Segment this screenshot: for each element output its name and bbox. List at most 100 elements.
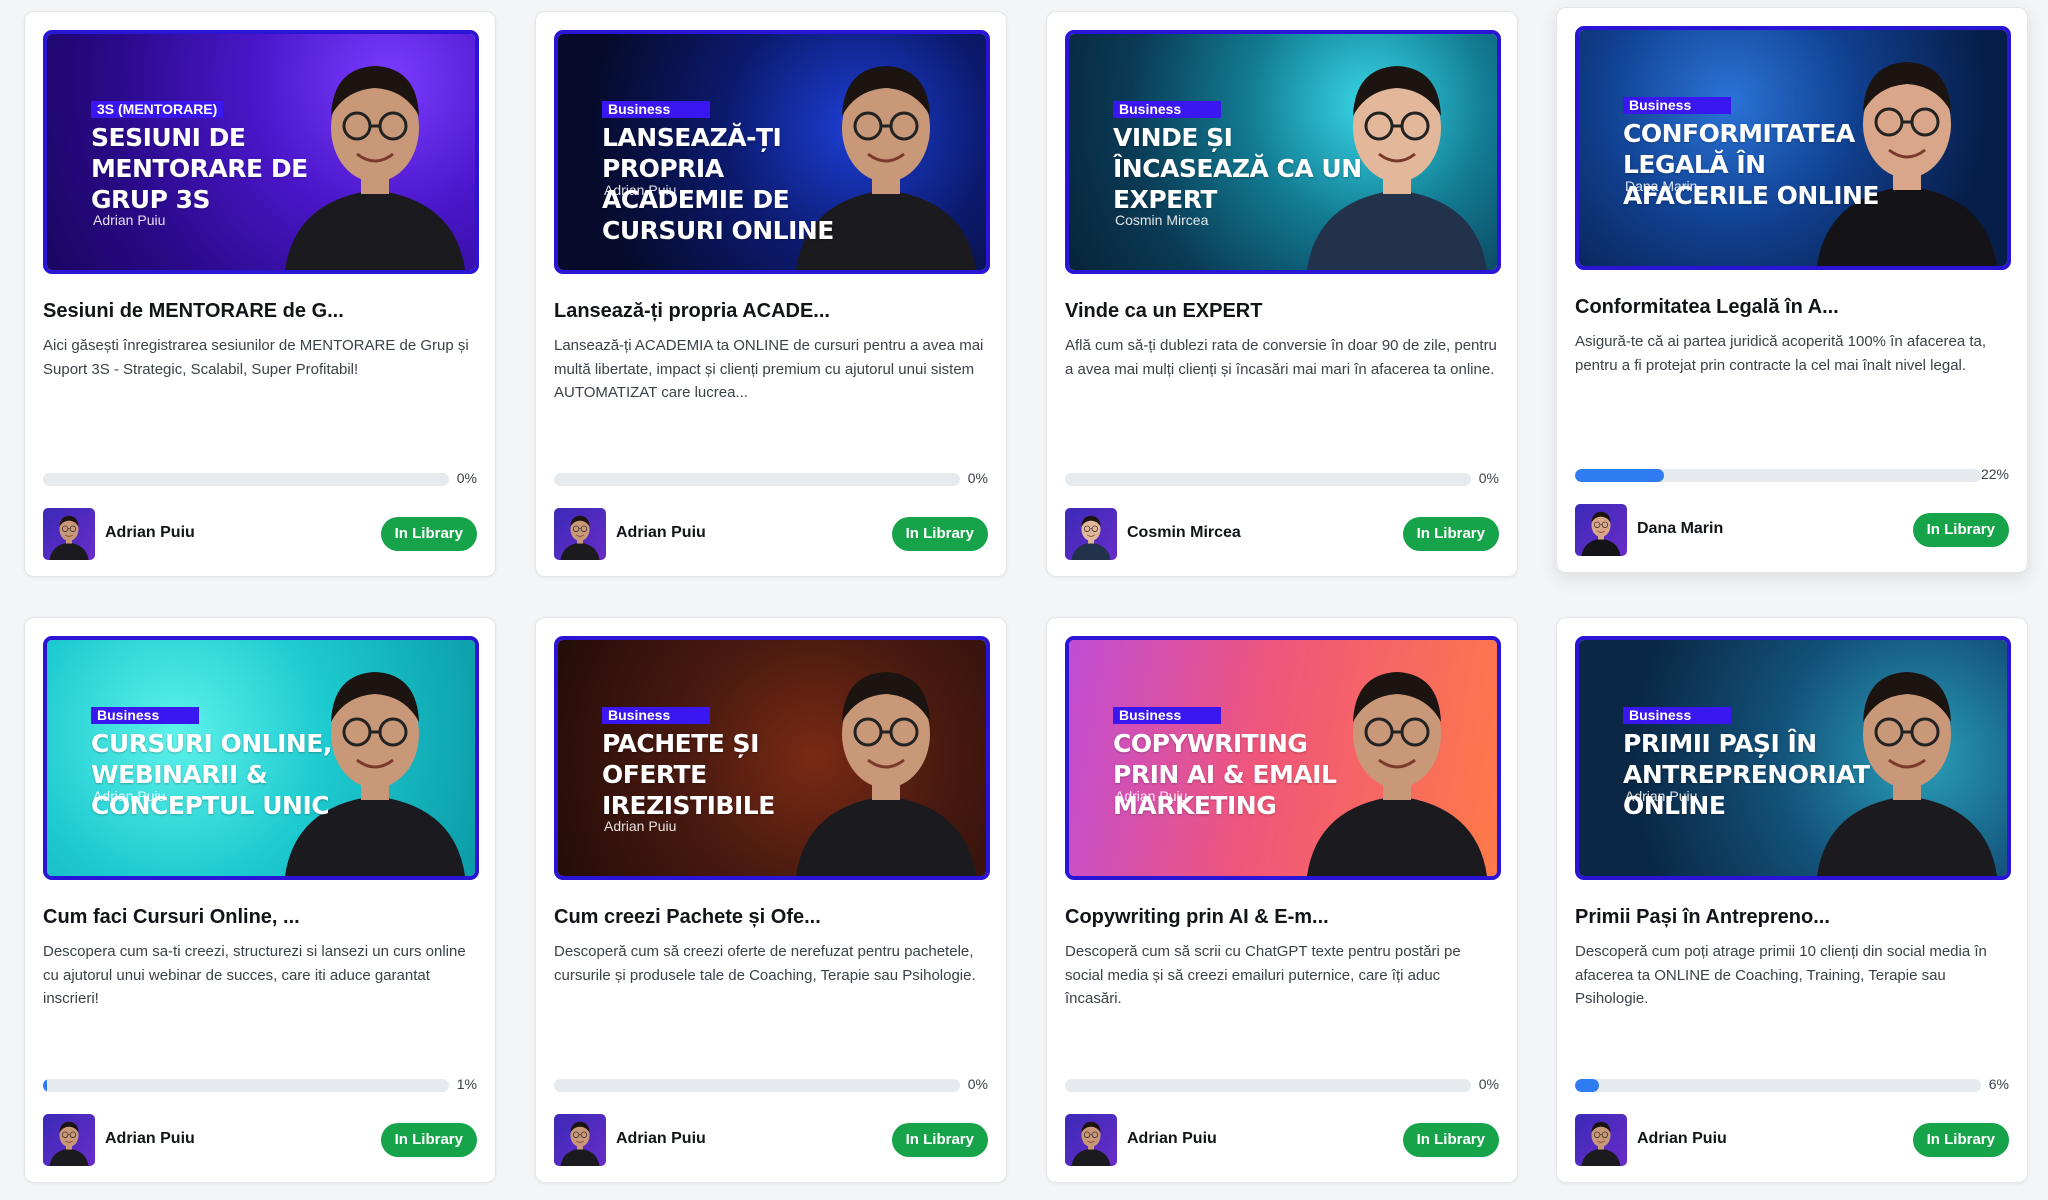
course-card[interactable]: Business CURSURI ONLINE, WEBINARII & CONC… (24, 617, 496, 1183)
course-thumbnail[interactable]: 3S (MENTORARE) SESIUNI DE MENTORARE DE GR… (43, 30, 479, 274)
progress-bar (43, 473, 449, 486)
avatar-portrait (49, 1121, 89, 1166)
course-card[interactable]: Business COPYWRITING PRIN AI & EMAIL MARK… (1046, 617, 1518, 1183)
progress-fill (1575, 469, 1665, 482)
in-library-button[interactable]: In Library (380, 517, 477, 551)
thumbnail-category-tag: Business (91, 707, 199, 724)
course-description: Aici găsești înregistrarea sesiunilor de… (43, 337, 469, 378)
author-avatar (43, 508, 95, 560)
author-name: Adrian Puiu (616, 524, 706, 541)
course-card[interactable]: Business PACHETE ȘI OFERTE IREZISTIBILE Ad… (535, 617, 1007, 1183)
progress-bar (554, 1079, 960, 1092)
avatar-portrait (560, 1121, 600, 1166)
progress-percent: 0% (456, 470, 477, 486)
course-card[interactable]: 3S (MENTORARE) SESIUNI DE MENTORARE DE GR… (24, 11, 496, 577)
author-avatar (1575, 504, 1627, 556)
author-name: Dana Marin (1637, 520, 1724, 537)
progress-bar (43, 1079, 449, 1092)
progress-percent: 1% (456, 1076, 477, 1092)
thumbnail-category-tag: Business (602, 101, 710, 118)
thumbnail-byline: Dana Marin (1625, 178, 1698, 194)
thumbnail-category-tag: Business (602, 707, 710, 724)
progress-bar (1575, 469, 1981, 482)
progress-fill (43, 1079, 48, 1092)
course-card[interactable]: Business LANSEAZĂ-ȚI PROPRIA ACADEMIE DE … (535, 11, 1007, 577)
course-description: Descoperă cum să scrii cu ChatGPT texte … (1065, 943, 1461, 1007)
course-thumbnail[interactable]: Business LANSEAZĂ-ȚI PROPRIA ACADEMIE DE … (554, 30, 990, 274)
author-name: Adrian Puiu (1637, 1130, 1727, 1147)
thumbnail-headline: CURSURI ONLINE, WEBINARII & CONCEPTUL UN… (91, 729, 332, 820)
author-name: Adrian Puiu (105, 1130, 195, 1147)
progress-bar (1575, 1079, 1981, 1092)
author-name: Adrian Puiu (616, 1130, 706, 1147)
course-title[interactable]: Cum faci Cursuri Online, ... (43, 906, 479, 929)
avatar-portrait (49, 515, 89, 560)
progress-bar (1065, 473, 1471, 486)
thumbnail-headline: PACHETE ȘI OFERTE IREZISTIBILE (602, 729, 775, 820)
thumbnail-headline: SESIUNI DE MENTORARE DE GRUP 3S (91, 123, 308, 214)
thumbnail-headline: PRIMII PAȘI ÎN ANTREPRENORIAT ONLINE (1623, 729, 1870, 820)
course-description: Descopera cum sa-ti creezi, structurezi … (43, 943, 466, 1007)
thumbnail-byline: Adrian Puiu (93, 212, 166, 228)
course-description: Descoperă cum poți atrage primii 10 clie… (1575, 943, 1987, 1007)
progress-percent: 0% (967, 470, 988, 486)
course-title[interactable]: Copywriting prin AI & E-m... (1065, 906, 1501, 929)
thumbnail-category-tag: Business (1113, 101, 1221, 118)
avatar-portrait (1071, 1121, 1111, 1166)
course-title[interactable]: Sesiuni de MENTORARE de G... (43, 300, 479, 323)
course-card[interactable]: Business CONFORMITATEA LEGALĂ ÎN AFACERIL… (1556, 7, 2028, 573)
course-description: Descoperă cum să creezi oferte de nerefu… (554, 943, 976, 984)
author-avatar (1065, 1114, 1117, 1166)
thumbnail-headline: COPYWRITING PRIN AI & EMAIL MARKETING (1113, 729, 1337, 820)
course-thumbnail[interactable]: Business PRIMII PAȘI ÎN ANTREPRENORIAT ON… (1575, 636, 2011, 880)
in-library-button[interactable]: In Library (891, 1123, 988, 1157)
course-title[interactable]: Primii Pași în Antrepreno... (1575, 906, 2011, 929)
thumbnail-category-tag: Business (1623, 97, 1731, 114)
author-name: Adrian Puiu (1127, 1130, 1217, 1147)
course-thumbnail[interactable]: Business COPYWRITING PRIN AI & EMAIL MARK… (1065, 636, 1501, 880)
thumbnail-category-tag: Business (1623, 707, 1731, 724)
thumbnail-byline: Adrian Puiu (1625, 788, 1698, 804)
course-thumbnail[interactable]: Business CURSURI ONLINE, WEBINARII & CONC… (43, 636, 479, 880)
progress-percent: 6% (1988, 1076, 2009, 1092)
progress-percent: 0% (1478, 1076, 1499, 1092)
course-card[interactable]: Business VINDE ȘI ÎNCASEAZĂ CA UN EXPERT C… (1046, 11, 1518, 577)
in-library-button[interactable]: In Library (1912, 513, 2009, 547)
author-avatar (1065, 508, 1117, 560)
thumbnail-byline: Adrian Puiu (604, 182, 677, 198)
course-thumbnail[interactable]: Business CONFORMITATEA LEGALĂ ÎN AFACERIL… (1575, 26, 2011, 270)
progress-percent: 0% (967, 1076, 988, 1092)
thumbnail-byline: Adrian Puiu (604, 818, 677, 834)
author-name: Cosmin Mircea (1127, 524, 1241, 541)
thumbnail-byline: Adrian Puiu (1115, 788, 1188, 804)
course-grid: 3S (MENTORARE) SESIUNI DE MENTORARE DE GR… (0, 0, 2048, 1200)
author-name: Adrian Puiu (105, 524, 195, 541)
course-card[interactable]: Business PRIMII PAȘI ÎN ANTREPRENORIAT ON… (1556, 617, 2028, 1183)
avatar-portrait (1581, 511, 1621, 556)
progress-percent: 0% (1478, 470, 1499, 486)
thumbnail-headline: VINDE ȘI ÎNCASEAZĂ CA UN EXPERT (1113, 123, 1362, 214)
course-description: Lansează-ți ACADEMIA ta ONLINE de cursur… (554, 337, 984, 401)
progress-bar (554, 473, 960, 486)
course-title[interactable]: Vinde ca un EXPERT (1065, 300, 1501, 323)
author-avatar (554, 1114, 606, 1166)
progress-bar (1065, 1079, 1471, 1092)
course-description: Află cum să-ți dublezi rata de conversie… (1065, 337, 1497, 378)
progress-fill (1575, 1079, 1600, 1092)
author-avatar (554, 508, 606, 560)
course-title[interactable]: Conformitatea Legală în A... (1575, 296, 2011, 319)
thumbnail-byline: Adrian Puiu (93, 788, 166, 804)
course-thumbnail[interactable]: Business VINDE ȘI ÎNCASEAZĂ CA UN EXPERT C… (1065, 30, 1501, 274)
course-thumbnail[interactable]: Business PACHETE ȘI OFERTE IREZISTIBILE Ad… (554, 636, 990, 880)
in-library-button[interactable]: In Library (380, 1123, 477, 1157)
in-library-button[interactable]: In Library (1402, 517, 1499, 551)
in-library-button[interactable]: In Library (1912, 1123, 2009, 1157)
thumbnail-byline: Cosmin Mircea (1115, 212, 1209, 228)
avatar-portrait (560, 515, 600, 560)
in-library-button[interactable]: In Library (1402, 1123, 1499, 1157)
thumbnail-category-tag: Business (1113, 707, 1221, 724)
in-library-button[interactable]: In Library (891, 517, 988, 551)
thumbnail-category-tag: 3S (MENTORARE) (91, 101, 224, 118)
course-title[interactable]: Cum creezi Pachete și Ofe... (554, 906, 990, 929)
course-title[interactable]: Lansează-ți propria ACADE... (554, 300, 990, 323)
